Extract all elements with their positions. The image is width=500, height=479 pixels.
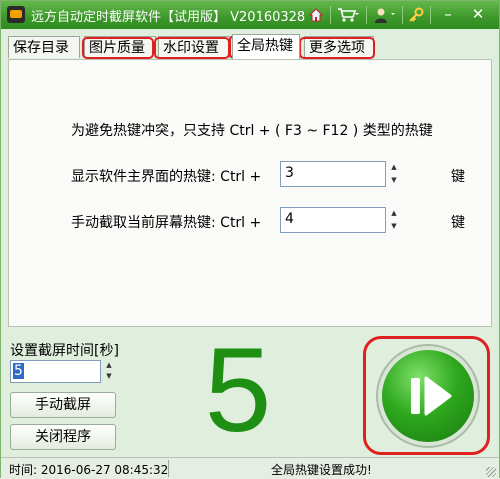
tab-image-quality[interactable]: 图片质量 xyxy=(84,36,156,58)
status-bar: 时间: 2016-06-27 08:45:32 全局热键设置成功! xyxy=(1,457,499,479)
home-icon[interactable] xyxy=(306,5,326,25)
main-window-hotkey-label: 显示软件主界面的热键: Ctrl + xyxy=(71,169,262,185)
status-time: 时间: 2016-06-27 08:45:32 xyxy=(9,463,169,477)
capture-hotkey-spinner[interactable]: ▲ ▼ xyxy=(389,207,399,233)
main-window-key-suffix: 键 xyxy=(451,169,465,185)
minimize-button[interactable]: – xyxy=(437,4,459,24)
key-icon[interactable] xyxy=(406,5,426,25)
hotkey-notice: 为避免热键冲突，只支持 Ctrl + ( F3 ~ F12 ) 类型的热键 xyxy=(71,123,433,139)
close-button[interactable]: ✕ xyxy=(467,4,489,24)
status-message: 全局热键设置成功! xyxy=(271,463,372,477)
cart-icon[interactable] xyxy=(334,5,362,25)
interval-input[interactable]: 5 xyxy=(10,360,101,383)
interval-spinner[interactable]: ▲ ▼ xyxy=(104,360,114,383)
main-window-hotkey-spinner[interactable]: ▲ ▼ xyxy=(389,161,399,187)
window-title: 远方自动定时截屏软件【试用版】 V20160328 xyxy=(31,10,306,25)
hotkeys-panel: 为避免热键冲突，只支持 Ctrl + ( F3 ~ F12 ) 类型的热键 显示… xyxy=(8,59,492,327)
tab-save-directory[interactable]: 保存目录 xyxy=(8,36,80,58)
start-button[interactable] xyxy=(382,350,474,442)
main-window-hotkey-input[interactable]: 3 xyxy=(280,161,386,187)
countdown-display: 5 xyxy=(204,323,272,457)
resize-grip-icon[interactable] xyxy=(486,467,496,477)
tab-global-hotkeys[interactable]: 全局热键 xyxy=(232,34,300,59)
title-bar: 远方自动定时截屏软件【试用版】 V20160328 – ✕ xyxy=(1,1,499,29)
app-window: 远方自动定时截屏软件【试用版】 V20160328 – ✕ 保存目录 图片质量 … xyxy=(0,0,500,479)
manual-capture-button[interactable]: 手动截屏 xyxy=(10,392,116,418)
tab-more-options[interactable]: 更多选项 xyxy=(304,36,374,58)
highlight-box-start xyxy=(363,336,490,455)
close-program-button[interactable]: 关闭程序 xyxy=(10,424,116,450)
app-logo-icon xyxy=(7,6,25,23)
play-icon xyxy=(411,376,452,416)
tab-watermark-settings[interactable]: 水印设置 xyxy=(158,36,230,58)
capture-hotkey-input[interactable]: 4 xyxy=(280,207,386,233)
user-icon[interactable] xyxy=(370,5,398,25)
capture-key-suffix: 键 xyxy=(451,215,465,231)
capture-hotkey-label: 手动截取当前屏幕热键: Ctrl + xyxy=(71,215,262,231)
interval-label: 设置截屏时间[秒] xyxy=(10,343,119,359)
interval-value: 5 xyxy=(13,363,24,379)
